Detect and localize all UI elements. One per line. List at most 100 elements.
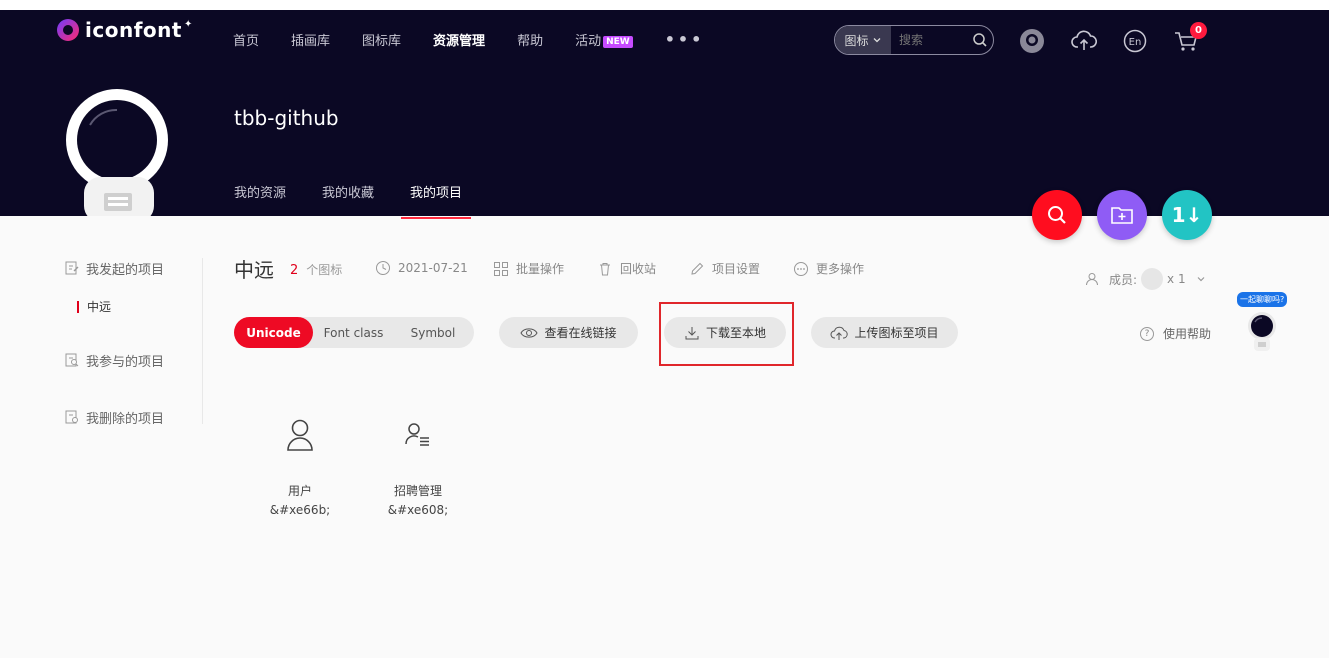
members-icon [1086,273,1098,286]
project-settings-button[interactable]: 项目设置 [689,260,760,277]
sidebar: 我发起的项目 中远 我参与的项目 我删除的项目 [64,258,164,427]
highlight-box [659,302,794,366]
chat-bubble[interactable]: 一起聊聊吗? [1237,292,1288,307]
upload-cloud-icon [830,326,849,340]
icon-code: &#xe66b; [269,503,331,517]
pencil-icon [691,262,704,275]
tab-my-resources[interactable]: 我的资源 [234,182,286,219]
tab-my-projects[interactable]: 我的项目 [401,182,472,219]
avatar[interactable] [60,85,180,216]
project-title: 中远 [234,258,274,282]
icon-count-number: 2 [290,263,299,278]
search-input[interactable] [891,33,967,47]
sort-icon: 1↓ [1171,203,1203,227]
icon-name: 用户 [287,484,312,498]
nav-activity[interactable]: 活动 NEW [575,30,633,49]
new-badge: NEW [603,35,633,48]
icon-code: &#xe608; [387,503,449,517]
member-avatar [1141,268,1164,290]
search-icon[interactable] [967,32,993,48]
segment-symbol[interactable]: Symbol [394,326,472,340]
grid-icon [494,261,508,276]
logo[interactable]: iconfont ✦ [57,18,192,42]
edit-doc-icon [65,261,79,275]
project-settings-label: 项目设置 [712,262,761,276]
batch-operation-button[interactable]: 批量操作 [493,260,564,277]
search-fab-button[interactable] [1032,190,1082,240]
cart-icon[interactable]: 0 [1173,22,1207,54]
user-icon [260,410,340,460]
more-circle-icon [794,261,808,276]
question-icon: ? [1140,326,1154,341]
batch-operation-label: 批量操作 [516,262,565,276]
nav-illustrations[interactable]: 插画库 [291,30,330,49]
nav-help[interactable]: 帮助 [517,30,543,49]
main-nav: 首页 插画库 图标库 资源管理 帮助 活动 NEW ••• [233,30,736,49]
more-icon[interactable]: ••• [665,30,705,49]
view-online-link-label: 查看在线链接 [544,326,617,340]
eye-icon [520,327,539,338]
search-box: 图标 [834,25,994,55]
sidebar-item-initiated[interactable]: 我发起的项目 [64,258,164,278]
sidebar-item-label: 我参与的项目 [86,354,165,370]
icon-card[interactable]: 招聘管理 &#xe608; [378,410,458,517]
sort-fab-button[interactable]: 1↓ [1162,190,1212,240]
chevron-down-icon [873,38,880,43]
icon-name: 招聘管理 [393,484,442,498]
profile-tabs: 我的资源 我的收藏 我的项目 [234,182,498,219]
nav-activity-label: 活动 [575,34,602,49]
username: tbb-github [234,106,339,130]
sidebar-item-deleted[interactable]: 我删除的项目 [64,407,164,427]
recycle-bin-label: 回收站 [620,262,657,276]
sidebar-item-participated[interactable]: 我参与的项目 [64,350,164,370]
folder-plus-icon [1111,207,1133,224]
clock-icon [376,261,390,275]
tab-my-favorites[interactable]: 我的收藏 [322,182,374,219]
chat-bot-icon[interactable] [1246,310,1278,352]
top-strip [0,0,1329,10]
members-count: x 1 [1167,272,1186,286]
usage-help-link[interactable]: ? 使用帮助 [1140,325,1211,342]
sidebar-item-label: 我删除的项目 [86,411,165,427]
chevron-down-icon [1197,277,1205,282]
logo-star-icon: ✦ [183,18,193,30]
project-date-text: 2021-07-21 [398,261,468,275]
upload-icons-label: 上传图标至项目 [854,326,939,340]
icon-count: 2 个图标 [290,261,342,278]
members-label: 成员: [1109,272,1138,287]
icon-card[interactable]: 用户 &#xe66b; [260,410,340,517]
nav-home[interactable]: 首页 [233,30,259,49]
project-date: 2021-07-21 [375,260,468,276]
language-icon[interactable]: En [1122,28,1148,54]
logo-text: iconfont [85,18,182,42]
sidebar-sub-item-label: 中远 [87,300,112,314]
add-folder-fab-button[interactable] [1097,190,1147,240]
recruit-icon [378,410,458,460]
search-doc-icon [65,353,79,367]
search-type-select[interactable]: 图标 [835,26,891,54]
delete-doc-icon [65,410,78,424]
cart-count-badge: 0 [1190,22,1207,39]
icon-count-unit: 个图标 [306,263,343,277]
recycle-bin-button[interactable]: 回收站 [597,260,656,277]
segment-unicode[interactable]: Unicode [234,317,313,348]
upload-icons-button[interactable]: 上传图标至项目 [811,317,958,348]
search-type-label: 图标 [844,33,869,48]
sidebar-sub-item[interactable]: 中远 [77,298,111,315]
usage-help-label: 使用帮助 [1163,327,1212,341]
font-type-toggle: Unicode Font class Symbol [234,317,474,348]
logo-icon [57,19,79,41]
search-icon [1048,206,1066,224]
trash-icon [600,262,610,275]
more-actions-label: 更多操作 [816,262,865,276]
nav-resource-management[interactable]: 资源管理 [433,30,485,49]
sidebar-item-label: 我发起的项目 [86,262,165,278]
svg-text:En: En [1129,37,1142,48]
upload-cloud-icon[interactable] [1071,28,1097,54]
segment-font-class[interactable]: Font class [313,326,394,340]
view-online-link-button[interactable]: 查看在线链接 [499,317,638,348]
user-avatar-icon[interactable] [1019,28,1045,54]
members-info[interactable]: 成员: x 1 [1085,268,1206,290]
more-actions-button[interactable]: 更多操作 [793,260,864,277]
nav-icon-library[interactable]: 图标库 [362,30,401,49]
